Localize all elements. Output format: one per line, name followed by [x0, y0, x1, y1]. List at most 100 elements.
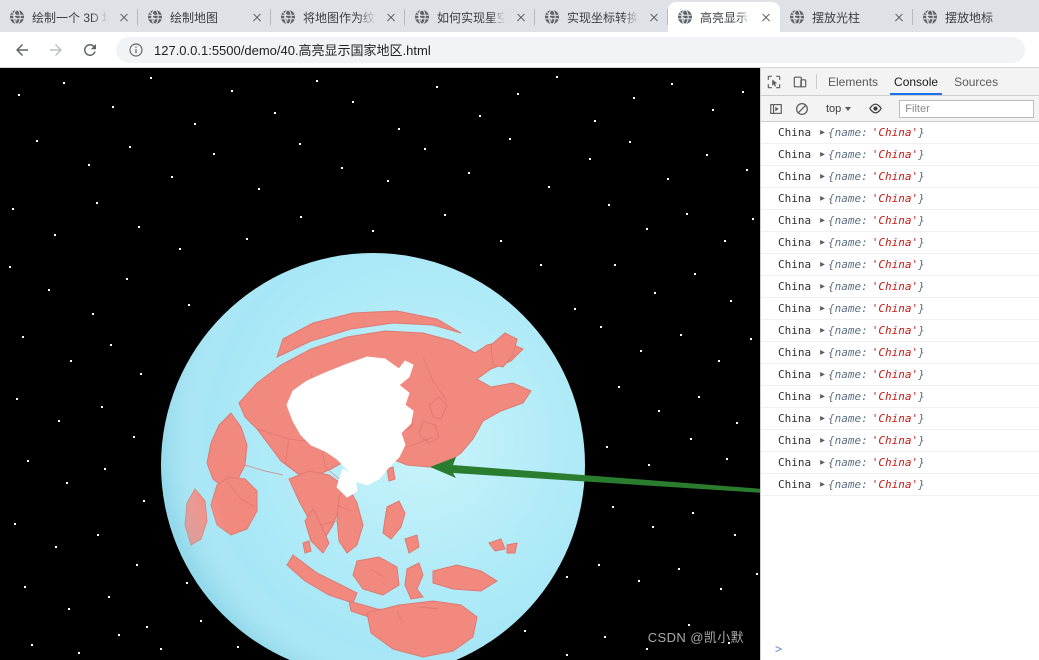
console-message-row[interactable]: China ▶ {name: 'China'}	[761, 342, 1039, 364]
expand-triangle-icon[interactable]: ▶	[820, 150, 825, 159]
console-message-row[interactable]: China ▶ {name: 'China'}	[761, 474, 1039, 496]
console-log-label: China	[778, 324, 812, 337]
execution-context-selector[interactable]: top	[822, 103, 855, 115]
console-settings-button[interactable]	[862, 101, 888, 116]
expand-triangle-icon[interactable]: ▶	[820, 348, 825, 357]
browser-tab-title: 绘制一个 3D 地球	[32, 10, 108, 25]
tab-close-icon[interactable]	[646, 9, 662, 25]
tab-close-icon[interactable]	[116, 9, 132, 25]
expand-triangle-icon[interactable]: ▶	[820, 238, 825, 247]
browser-tab-5[interactable]: 实现坐标转换	[535, 2, 668, 32]
execution-context-icon	[770, 103, 782, 114]
object-preview-open: {name:	[827, 368, 868, 381]
object-preview-value: 'China'	[871, 258, 919, 271]
tab-close-icon[interactable]	[383, 9, 399, 25]
object-preview-value: 'China'	[871, 478, 919, 491]
site-information-icon[interactable]	[128, 42, 144, 58]
console-message-row[interactable]: China ▶ {name: 'China'}	[761, 320, 1039, 342]
console-log-label: China	[778, 412, 812, 425]
browser-tab-2[interactable]: 绘制地图	[138, 2, 271, 32]
browser-tab-1[interactable]: 绘制一个 3D 地球	[0, 2, 138, 32]
browser-tab-3[interactable]: 将地图作为纹理	[271, 2, 405, 32]
console-output[interactable]: China ▶ {name: 'China'} China ▶ {name: 'China'}…	[761, 122, 1039, 638]
console-message-row[interactable]: China ▶ {name: 'China'}	[761, 430, 1039, 452]
expand-triangle-icon[interactable]: ▶	[820, 414, 825, 423]
browser-tab-title: 摆放地标	[945, 10, 994, 25]
tab-close-icon[interactable]	[249, 9, 265, 25]
browser-tab-4[interactable]: 如何实现星空	[405, 2, 535, 32]
forward-button[interactable]	[42, 36, 70, 64]
expand-triangle-icon[interactable]: ▶	[820, 392, 825, 401]
console-filter-input[interactable]: Filter	[899, 99, 1034, 118]
object-preview-close: }	[918, 324, 925, 337]
browser-tab-7[interactable]: 摆放光柱	[780, 2, 913, 32]
reload-button[interactable]	[76, 36, 104, 64]
console-message-row[interactable]: China ▶ {name: 'China'}	[761, 298, 1039, 320]
object-preview-close: }	[918, 368, 925, 381]
content-area: CSDN @凯小默 Elements Console Sources top F…	[0, 68, 1039, 660]
object-preview-value: 'China'	[871, 368, 919, 381]
object-preview-close: }	[918, 390, 925, 403]
console-log-label: China	[778, 302, 812, 315]
object-preview-value: 'China'	[871, 434, 919, 447]
console-message-row[interactable]: China ▶ {name: 'China'}	[761, 386, 1039, 408]
console-message-row[interactable]: China ▶ {name: 'China'}	[761, 144, 1039, 166]
expand-triangle-icon[interactable]: ▶	[820, 172, 825, 181]
console-message-row[interactable]: China ▶ {name: 'China'}	[761, 364, 1039, 386]
console-message-row[interactable]: China ▶ {name: 'China'}	[761, 210, 1039, 232]
console-message-row[interactable]: China ▶ {name: 'China'}	[761, 188, 1039, 210]
tab-close-icon[interactable]	[513, 9, 529, 25]
reload-icon	[83, 43, 96, 56]
console-log-label: China	[778, 126, 812, 139]
expand-triangle-icon[interactable]: ▶	[820, 480, 825, 489]
object-preview-open: {name:	[827, 192, 868, 205]
object-preview-value: 'China'	[871, 456, 919, 469]
tab-elements[interactable]: Elements	[820, 68, 886, 95]
console-message-row[interactable]: China ▶ {name: 'China'}	[761, 232, 1039, 254]
console-log-label: China	[778, 170, 812, 183]
execution-context-button[interactable]	[763, 102, 789, 116]
object-preview-value: 'China'	[871, 148, 919, 161]
browser-tab-title: 高亮显示国家地区	[700, 10, 750, 25]
expand-triangle-icon[interactable]: ▶	[820, 458, 825, 467]
console-message-row[interactable]: China ▶ {name: 'China'}	[761, 166, 1039, 188]
device-toolbar-button[interactable]	[787, 68, 813, 95]
expand-triangle-icon[interactable]: ▶	[820, 260, 825, 269]
console-message-row[interactable]: China ▶ {name: 'China'}	[761, 254, 1039, 276]
object-preview-value: 'China'	[871, 324, 919, 337]
console-message-row[interactable]: China ▶ {name: 'China'}	[761, 452, 1039, 474]
expand-triangle-icon[interactable]: ▶	[820, 436, 825, 445]
tab-console[interactable]: Console	[886, 68, 946, 95]
globe-favicon-icon	[678, 9, 692, 25]
browser-tab-6[interactable]: 高亮显示国家地区	[668, 2, 780, 32]
inspect-element-button[interactable]	[761, 68, 787, 95]
console-prompt[interactable]: >	[761, 638, 1039, 660]
console-message-row[interactable]: China ▶ {name: 'China'}	[761, 276, 1039, 298]
console-message-row[interactable]: China ▶ {name: 'China'}	[761, 408, 1039, 430]
expand-triangle-icon[interactable]: ▶	[820, 216, 825, 225]
address-bar[interactable]: 127.0.0.1:5500/demo/40.高亮显示国家地区.html	[116, 36, 1025, 63]
expand-triangle-icon[interactable]: ▶	[820, 282, 825, 291]
clear-console-button[interactable]	[789, 102, 815, 116]
expand-triangle-icon[interactable]: ▶	[820, 128, 825, 137]
console-filter-bar: top Filter	[761, 96, 1039, 122]
console-filter-placeholder: Filter	[905, 102, 930, 115]
object-preview-open: {name:	[827, 390, 868, 403]
page-viewport[interactable]: CSDN @凯小默	[0, 68, 760, 660]
browser-tab-8[interactable]: 摆放地标	[913, 2, 1039, 32]
forward-arrow-icon	[50, 43, 62, 56]
expand-triangle-icon[interactable]: ▶	[820, 370, 825, 379]
object-preview-open: {name:	[827, 170, 868, 183]
expand-triangle-icon[interactable]: ▶	[820, 304, 825, 313]
expand-triangle-icon[interactable]: ▶	[820, 194, 825, 203]
console-message-row[interactable]: China ▶ {name: 'China'}	[761, 122, 1039, 144]
back-button[interactable]	[8, 36, 36, 64]
object-preview-value: 'China'	[871, 126, 919, 139]
tab-close-icon[interactable]	[891, 9, 907, 25]
console-log-label: China	[778, 346, 812, 359]
object-preview-close: }	[918, 346, 925, 359]
tab-close-icon[interactable]	[758, 9, 774, 25]
expand-triangle-icon[interactable]: ▶	[820, 326, 825, 335]
tab-sources[interactable]: Sources	[946, 68, 1006, 95]
globe-favicon-icon	[790, 9, 804, 25]
